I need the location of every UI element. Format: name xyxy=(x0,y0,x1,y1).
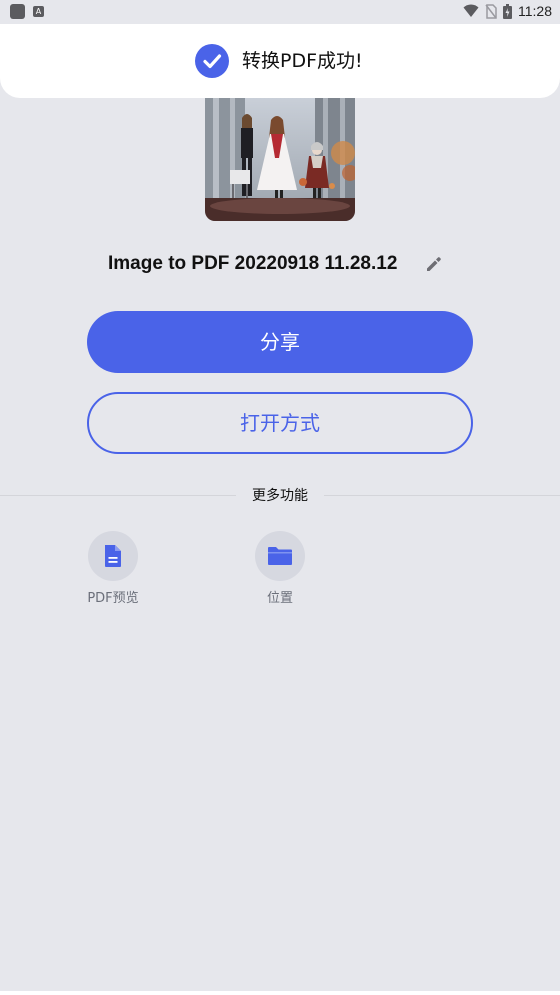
status-bar-right: 11:28 xyxy=(463,3,552,19)
divider-left xyxy=(0,495,236,496)
more-features-title: 更多功能 xyxy=(252,488,308,504)
pdf-thumbnail[interactable] xyxy=(205,98,355,221)
location-icon-circle[interactable] xyxy=(255,531,305,581)
navigation-bar xyxy=(0,991,560,995)
file-name: Image to PDF 20220918 11.28.12 xyxy=(108,253,398,274)
pdf-preview-feature[interactable]: PDF预览 xyxy=(63,531,163,607)
location-label: 位置 xyxy=(266,591,293,606)
folder-icon xyxy=(268,547,292,565)
location-feature[interactable]: 位置 xyxy=(230,531,330,607)
no-sim-icon xyxy=(485,3,497,19)
divider-right xyxy=(324,495,560,496)
pdf-preview-icon-circle[interactable] xyxy=(88,531,138,581)
status-time: 11:28 xyxy=(518,3,552,19)
document-icon xyxy=(105,545,121,567)
status-bar-left: A xyxy=(10,4,44,19)
open-with-button[interactable]: 打开方式 xyxy=(87,392,473,454)
wifi-icon xyxy=(463,4,479,17)
success-toast: 转换PDF成功! xyxy=(0,24,560,98)
pencil-icon[interactable] xyxy=(424,254,444,274)
a-icon: A xyxy=(33,6,44,17)
app-icon xyxy=(10,4,25,19)
pdf-preview-label: PDF预览 xyxy=(87,591,139,606)
check-circle-icon xyxy=(195,44,229,78)
status-bar: A 11:28 xyxy=(0,0,560,24)
share-button[interactable]: 分享 xyxy=(87,311,473,373)
battery-icon xyxy=(503,3,512,19)
toast-message: 转换PDF成功! xyxy=(242,50,363,72)
